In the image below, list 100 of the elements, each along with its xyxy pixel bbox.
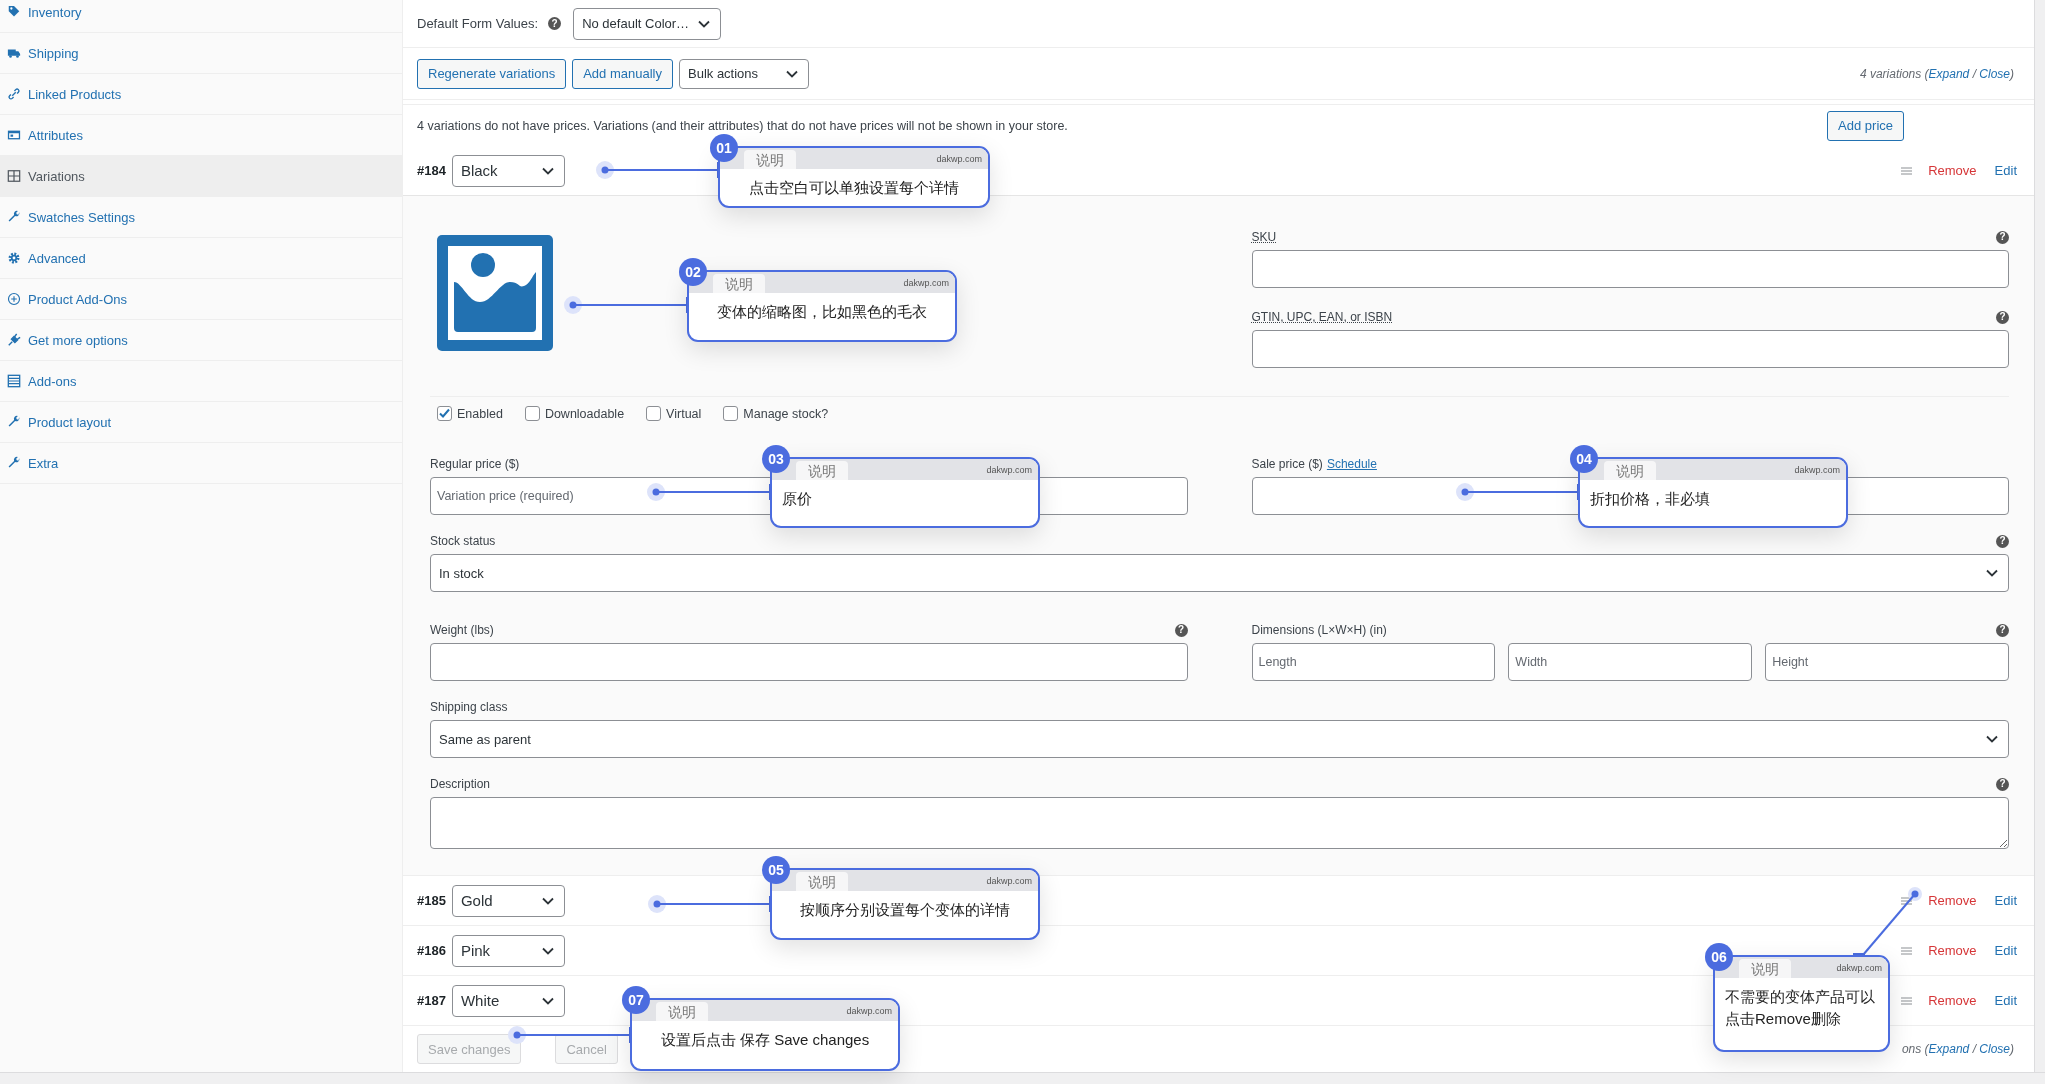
toolbar-button[interactable]: Add manually (572, 58, 673, 89)
variation-id: #186 (417, 943, 446, 958)
chevron-down-icon (541, 896, 554, 905)
dimension-input[interactable]: Height (1765, 643, 2009, 681)
checkbox[interactable] (646, 406, 662, 421)
wrench-icon (7, 456, 21, 470)
variation-id: #184 (417, 163, 446, 178)
close-link[interactable]: Close (1979, 66, 2010, 81)
sidebar-item[interactable]: Swatches Settings (0, 197, 402, 238)
toolbar-button[interactable]: Regenerate variations (417, 58, 567, 89)
callout-site: dakwp.com (986, 875, 1032, 886)
help-icon: ? (1996, 310, 2009, 324)
sidebar-item[interactable]: Product Add-Ons (0, 279, 402, 320)
dimension-input[interactable]: Width (1508, 643, 1753, 681)
gtin-input[interactable] (1251, 330, 2009, 368)
stock-status-select[interactable]: In stock (430, 554, 2009, 592)
field-label: Stock status (430, 534, 496, 548)
drag-handle-icon[interactable] (1901, 166, 1913, 175)
drag-handle-icon[interactable] (1901, 896, 1913, 905)
field-label: Regular price ($) (430, 457, 520, 471)
checkbox-label: Virtual (666, 406, 702, 421)
field-label: GTIN, UPC, EAN, or ISBN (1251, 310, 1393, 324)
edit-link[interactable]: Edit (1994, 993, 2017, 1008)
sidebar-item[interactable]: Advanced (0, 238, 402, 279)
remove-link[interactable]: Remove (1928, 893, 1977, 908)
variation-count: ons (Expand / Close) (1901, 1042, 2014, 1056)
description-textarea[interactable] (430, 797, 2009, 849)
checkbox-label: Manage stock? (743, 406, 829, 421)
field-label: Weight (lbs) (430, 623, 494, 637)
checkbox-label: Downloadable (544, 406, 625, 421)
link-icon (7, 87, 21, 101)
dimension-input[interactable]: Length (1251, 643, 1496, 681)
close-link[interactable]: Close (1979, 1042, 2010, 1056)
sidebar-item[interactable]: Variations (0, 156, 402, 197)
variation-count: 4 variations (Expand / Close) (1859, 66, 2014, 81)
callout-text: 设置后点击 保存 Save changes (659, 1030, 871, 1050)
edit-link[interactable]: Edit (1994, 943, 2017, 958)
wrench-icon (7, 210, 21, 224)
variation-select[interactable]: White (451, 984, 565, 1017)
sidebar-item[interactable]: Linked Products (0, 74, 402, 115)
field-label: Dimensions (L×W×H) (in) (1251, 623, 1387, 637)
bulk-actions-select[interactable]: Bulk actions (679, 58, 809, 89)
remove-link[interactable]: Remove (1928, 943, 1977, 958)
chevron-down-icon (1986, 569, 1998, 577)
weight-input[interactable] (430, 643, 1188, 681)
field-label: Sale price ($) (1251, 457, 1323, 471)
checkbox-label: Enabled (457, 406, 503, 421)
callout-site: dakwp.com (846, 1005, 892, 1016)
sidebar-item[interactable]: Add-ons (0, 361, 402, 402)
plus-circle-icon (7, 292, 21, 306)
callout-site: dakwp.com (1794, 464, 1840, 475)
callout-text: 点击空白可以单独设置每个详情 (748, 178, 960, 198)
sidebar-item[interactable]: Shipping (0, 33, 402, 74)
variation-select[interactable]: Pink (451, 934, 565, 967)
expand-link[interactable]: Expand (1928, 66, 1970, 81)
help-icon: ? (1996, 534, 2009, 548)
sidebar-item[interactable]: Get more options (0, 320, 402, 361)
remove-link[interactable]: Remove (1928, 993, 1977, 1008)
callout-text: 折扣价格，非必填 (1589, 489, 1711, 509)
list-icon (7, 374, 21, 388)
chevron-down-icon (786, 69, 798, 78)
callout-text: 变体的缩略图，比如黑色的毛衣 (716, 302, 928, 322)
edit-link[interactable]: Edit (1994, 163, 2017, 178)
variation-select[interactable]: Gold (451, 884, 565, 917)
add-price-button[interactable]: Add price (1827, 110, 1904, 141)
help-icon: ? (1174, 623, 1188, 637)
checkbox[interactable] (437, 406, 452, 421)
help-icon: ? (1996, 623, 2009, 637)
variation-id: #185 (417, 893, 446, 908)
chevron-down-icon (541, 166, 554, 175)
drag-handle-icon[interactable] (1901, 996, 1913, 1005)
color-select[interactable]: No default Color… (573, 7, 722, 40)
field-label: SKU (1251, 230, 1277, 244)
help-icon: ? (548, 17, 562, 30)
callout-text: 原价 (781, 489, 813, 509)
expand-link[interactable]: Expand (1928, 1042, 1970, 1056)
checkbox[interactable] (524, 406, 540, 421)
callout-text: 不需要的变体产品可以点击Remove删除 (1724, 987, 1876, 1029)
sidebar-item[interactable]: Product layout (0, 402, 402, 443)
gear-icon (7, 251, 21, 265)
callout-site: dakwp.com (903, 277, 949, 288)
callout-site: dakwp.com (1836, 962, 1882, 973)
callout-text: 按顺序分别设置每个变体的详情 (799, 900, 1011, 920)
image-placeholder-icon[interactable] (437, 235, 553, 351)
sidebar-item[interactable]: Inventory (0, 0, 402, 33)
variation-select[interactable]: Black (451, 154, 565, 187)
help-icon: ? (1996, 230, 2009, 244)
help-icon: ? (1996, 777, 2009, 791)
card-icon (7, 128, 21, 142)
variation-id: #187 (417, 993, 446, 1008)
sku-input[interactable] (1251, 250, 2009, 288)
remove-link[interactable]: Remove (1928, 163, 1977, 178)
schedule-link[interactable]: Schedule (1326, 457, 1377, 471)
callout-site: dakwp.com (936, 153, 982, 164)
sidebar-item[interactable]: Extra (0, 443, 402, 484)
drag-handle-icon[interactable] (1901, 946, 1913, 955)
tag-icon (7, 5, 21, 19)
shipping-class-select[interactable]: Same as parent (430, 720, 2009, 758)
edit-link[interactable]: Edit (1994, 893, 2017, 908)
checkbox[interactable] (723, 406, 739, 421)
